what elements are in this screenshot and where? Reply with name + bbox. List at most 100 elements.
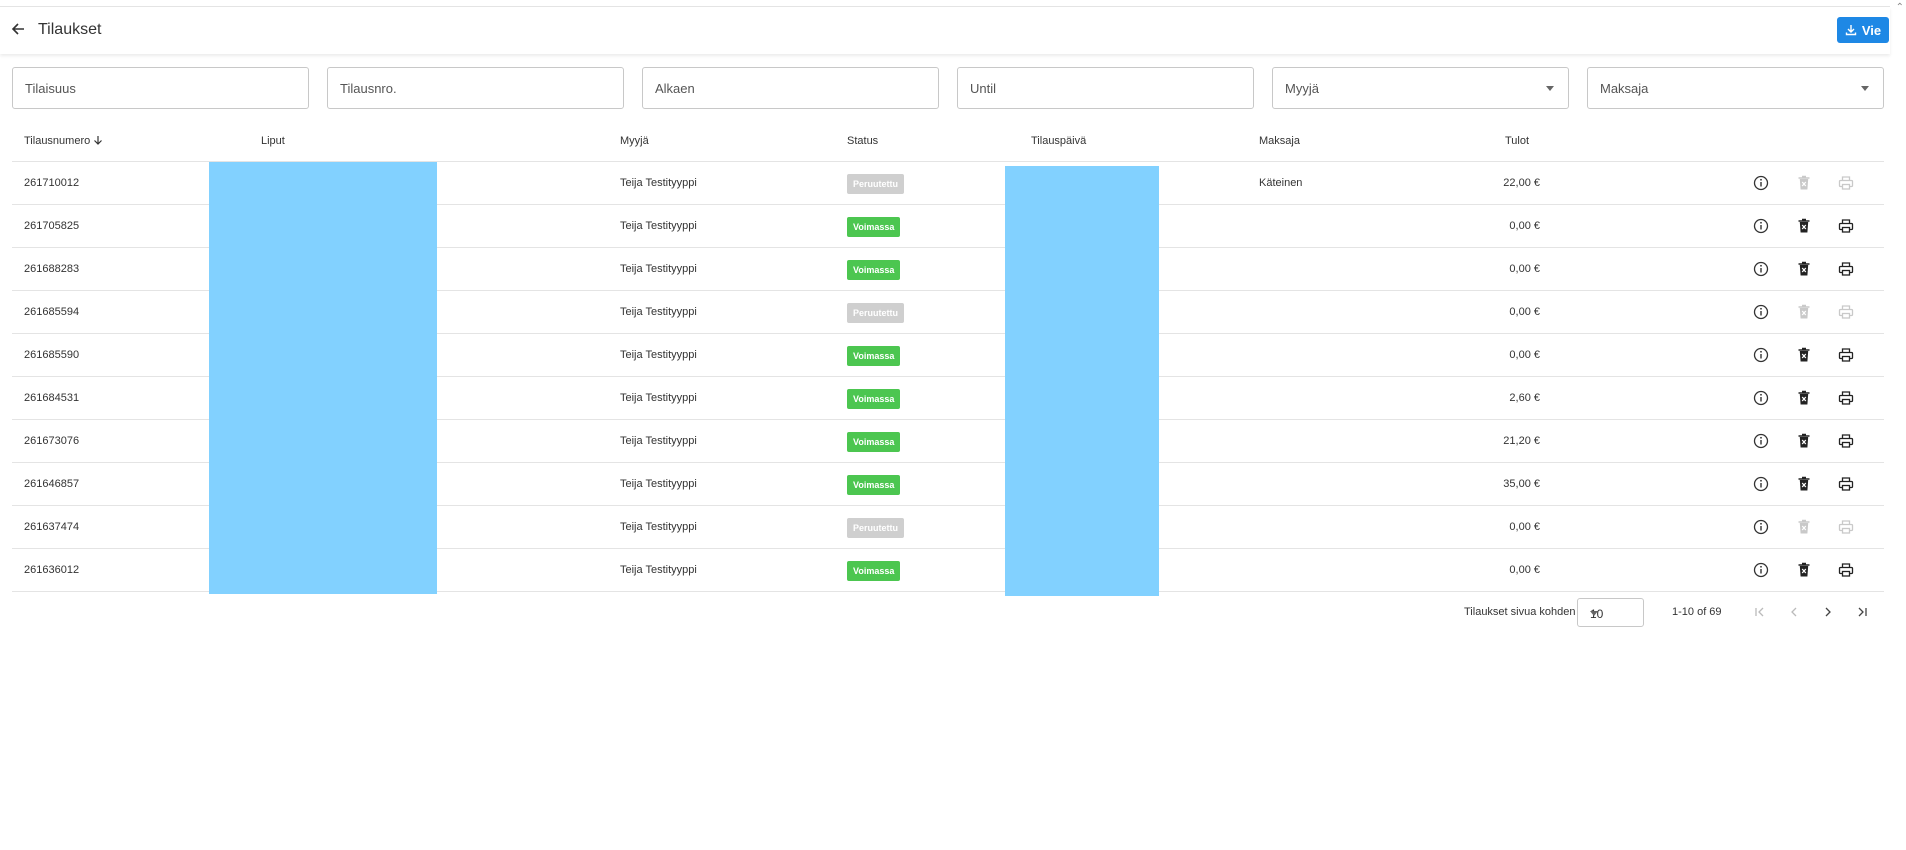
scroll-up-icon[interactable]: ⌃ [1896,2,1904,13]
info-button[interactable] [1752,346,1770,364]
info-button[interactable] [1752,475,1770,493]
income-value: 0,00 € [1509,306,1540,318]
status-badge: Peruutettu [847,174,904,194]
order-number: 261646857 [24,478,80,490]
status-badge: Voimassa [847,389,901,409]
income-value: 22,00 € [1503,177,1540,189]
income-value: 0,00 € [1509,521,1540,533]
table-header: Tilausnumero Liput Myyjä Status Tilauspä… [12,119,1884,162]
cancel-order-button[interactable] [1795,260,1813,278]
filter-bar: Myyjä Maksaja [12,67,1884,109]
cancel-order-button[interactable] [1795,346,1813,364]
col-order-no[interactable]: Tilausnumero [24,135,103,147]
cancel-order-button[interactable] [1795,389,1813,407]
export-button[interactable]: Vie [1837,17,1889,43]
col-tickets[interactable]: Liput [261,135,285,147]
seller-select[interactable]: Myyjä [1272,67,1569,109]
income-value: 0,00 € [1509,263,1540,275]
chevron-right-icon [1825,607,1831,617]
info-icon [1753,218,1769,234]
income-value: 0,00 € [1509,564,1540,576]
payer-select-label: Maksaja [1600,81,1649,96]
cancel-order-button[interactable] [1795,518,1813,536]
per-page-select[interactable]: 10 [1577,598,1644,627]
printer-icon [1838,262,1854,276]
pagination: Tilaukset sivua kohden 10 1-10 of 69 [1460,596,1880,628]
print-button[interactable] [1837,303,1855,321]
next-page-button[interactable] [1818,602,1838,622]
printer-icon [1838,477,1854,491]
seller-name: Teija Testityyppi [620,435,697,447]
info-button[interactable] [1752,217,1770,235]
info-icon [1753,261,1769,277]
until-date-filter [957,67,1254,109]
chevron-down-icon [1861,86,1869,91]
info-button[interactable] [1752,432,1770,450]
info-button[interactable] [1752,389,1770,407]
info-icon [1753,175,1769,191]
cancel-order-button[interactable] [1795,561,1813,579]
seller-name: Teija Testityyppi [620,478,697,490]
payer-select[interactable]: Maksaja [1587,67,1884,109]
info-button[interactable] [1752,303,1770,321]
page-range: 1-10 of 69 [1672,606,1722,618]
info-button[interactable] [1752,174,1770,192]
last-page-button[interactable] [1852,602,1872,622]
first-page-button[interactable] [1750,602,1770,622]
printer-icon [1838,348,1854,362]
chevron-down-icon [1590,611,1598,616]
print-button[interactable] [1837,475,1855,493]
info-button[interactable] [1752,518,1770,536]
delete-x-icon [1798,562,1810,577]
print-button[interactable] [1837,561,1855,579]
col-status[interactable]: Status [847,135,878,147]
print-button[interactable] [1837,260,1855,278]
from-date-input[interactable] [643,68,938,108]
print-button[interactable] [1837,217,1855,235]
cancel-order-button[interactable] [1795,174,1813,192]
delete-x-icon [1798,218,1810,233]
status-badge: Peruutettu [847,518,904,538]
event-input[interactable] [13,68,308,108]
order-no-input[interactable] [328,68,623,108]
info-icon [1753,347,1769,363]
col-income[interactable]: Tulot [1505,135,1529,147]
delete-x-icon [1798,519,1810,534]
until-date-input[interactable] [958,68,1253,108]
prev-page-button[interactable] [1784,602,1804,622]
event-filter [12,67,309,109]
delete-x-icon [1798,347,1810,362]
seller-name: Teija Testityyppi [620,349,697,361]
printer-icon [1838,434,1854,448]
seller-name: Teija Testityyppi [620,220,697,232]
order-number: 261710012 [24,177,80,189]
print-button[interactable] [1837,174,1855,192]
order-number: 261705825 [24,220,80,232]
order-number: 261685594 [24,306,80,318]
cancel-order-button[interactable] [1795,303,1813,321]
delete-x-icon [1798,261,1810,276]
col-order-date[interactable]: Tilauspäivä [1031,135,1086,147]
col-seller[interactable]: Myyjä [620,135,649,147]
print-button[interactable] [1837,346,1855,364]
status-badge: Voimassa [847,475,901,495]
delete-x-icon [1798,390,1810,405]
delete-x-icon [1798,476,1810,491]
print-button[interactable] [1837,518,1855,536]
info-button[interactable] [1752,561,1770,579]
scrollbar[interactable]: ⌃ [1890,0,1906,850]
info-button[interactable] [1752,260,1770,278]
col-payer[interactable]: Maksaja [1259,135,1300,147]
per-page-label: Tilaukset sivua kohden [1464,606,1576,618]
app-header: Tilaukset Vie [0,7,1890,54]
arrow-left-icon [11,23,24,35]
cancel-order-button[interactable] [1795,432,1813,450]
cancel-order-button[interactable] [1795,475,1813,493]
cancel-order-button[interactable] [1795,217,1813,235]
status-badge: Peruutettu [847,303,904,323]
order-number: 261673076 [24,435,80,447]
print-button[interactable] [1837,432,1855,450]
delete-x-icon [1798,433,1810,448]
back-button[interactable] [6,17,30,41]
print-button[interactable] [1837,389,1855,407]
